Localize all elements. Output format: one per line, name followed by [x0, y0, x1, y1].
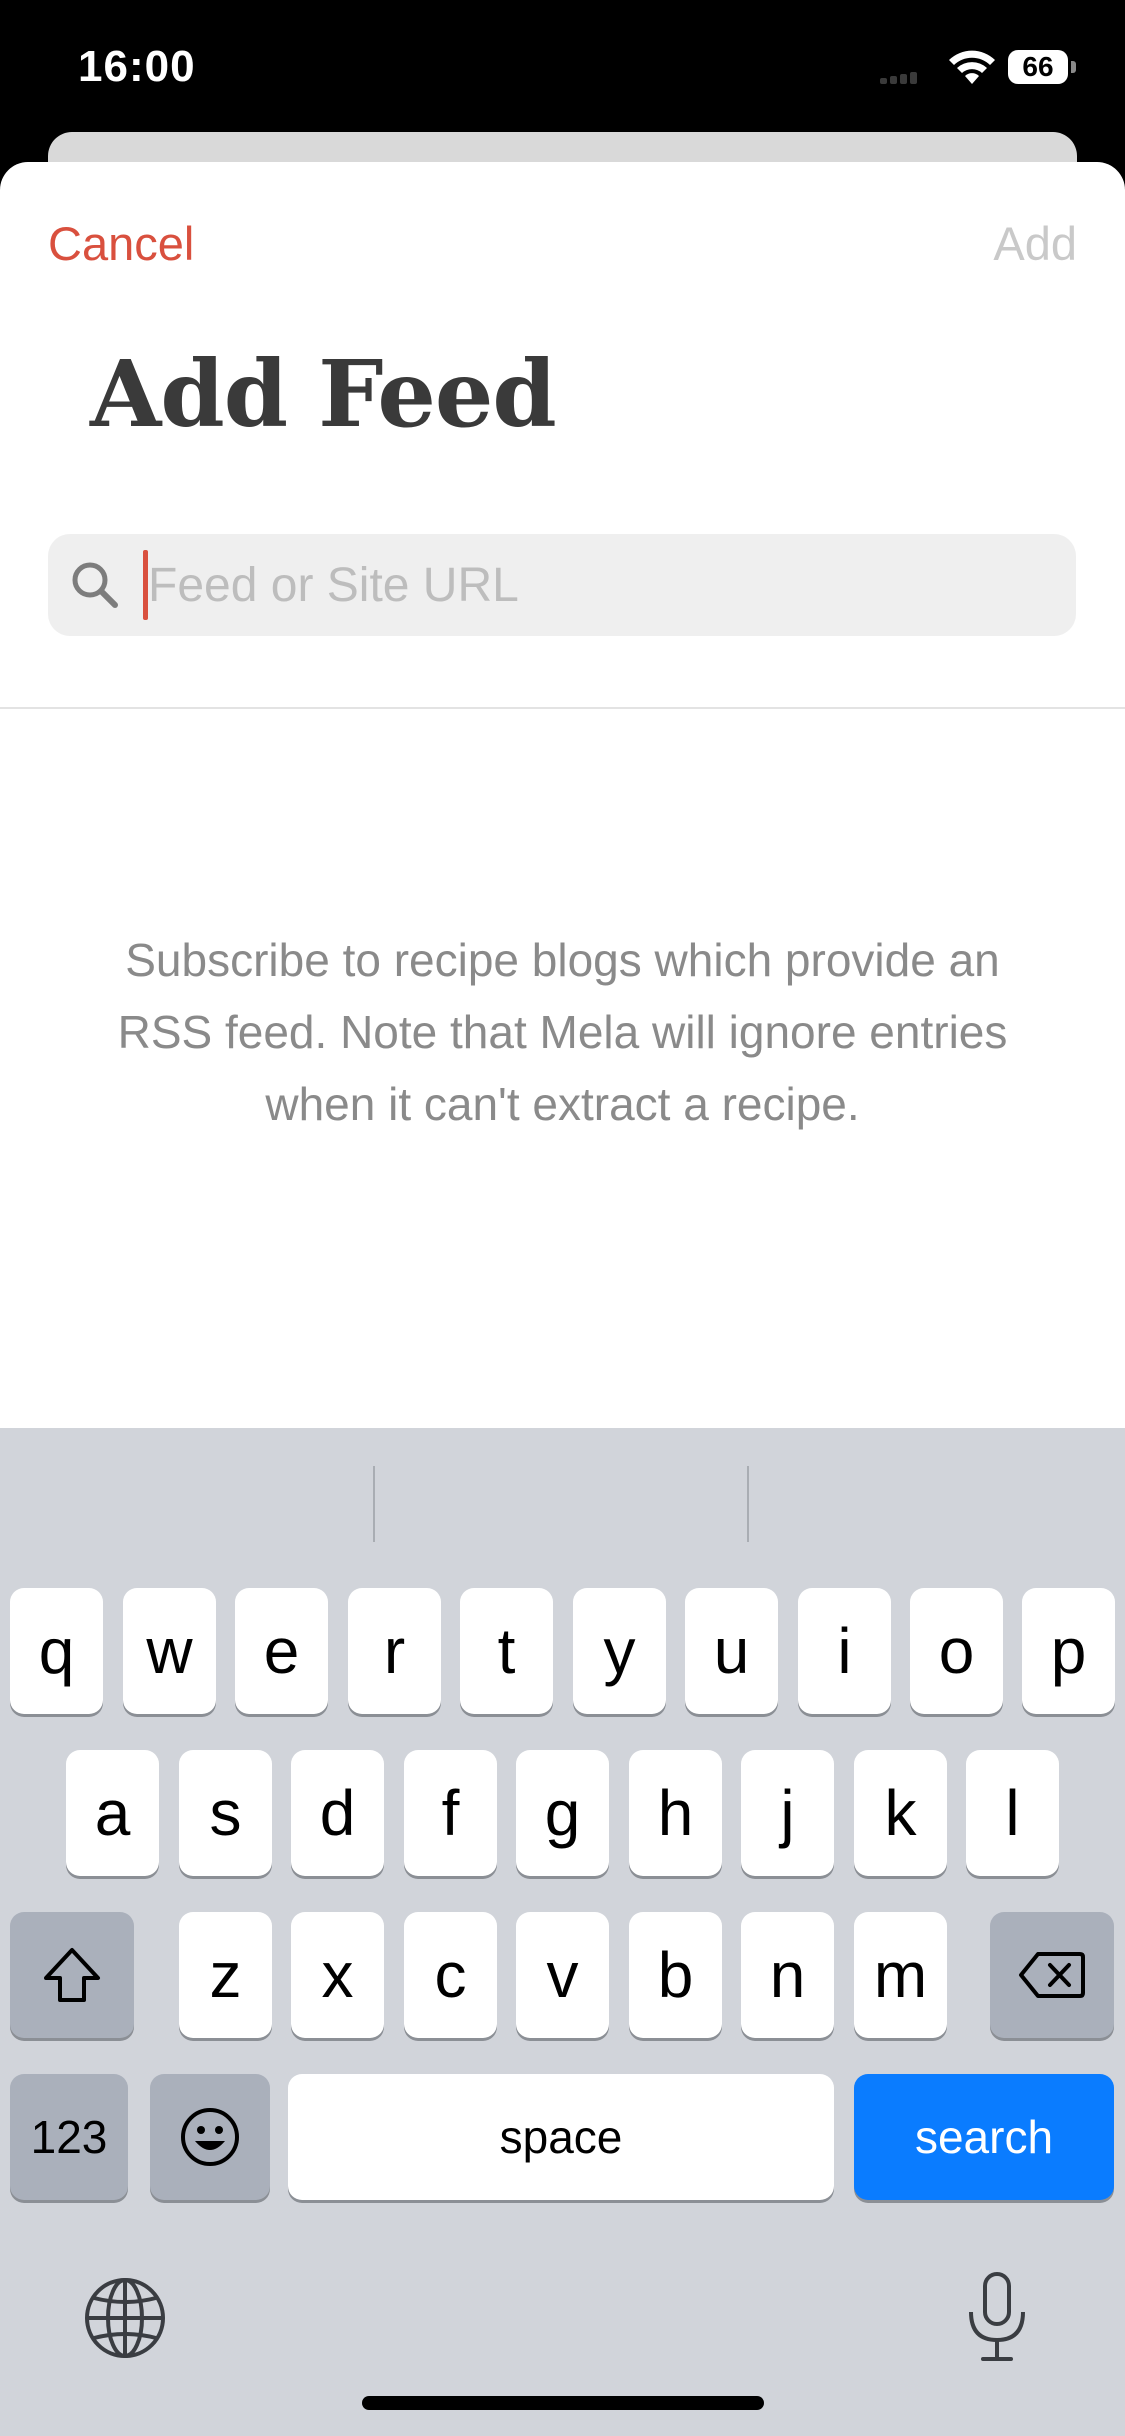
cellular-signal-icon [880, 72, 920, 84]
search-icon [72, 562, 118, 608]
key-c[interactable]: c [404, 1912, 497, 2038]
key-i[interactable]: i [798, 1588, 891, 1714]
key-r[interactable]: r [348, 1588, 441, 1714]
key-n[interactable]: n [741, 1912, 834, 2038]
battery-cap [1071, 61, 1076, 73]
space-key[interactable]: space [288, 2074, 834, 2200]
key-s[interactable]: s [179, 1750, 272, 1876]
page-title: Add Feed [90, 340, 557, 448]
delete-key[interactable] [990, 1912, 1114, 2038]
divider [0, 707, 1125, 709]
search-key[interactable]: search [854, 2074, 1114, 2200]
emoji-key[interactable] [150, 2074, 270, 2200]
status-time: 16:00 [78, 42, 196, 91]
battery-level: 66 [1022, 51, 1054, 82]
key-g[interactable]: g [516, 1750, 609, 1876]
key-b[interactable]: b [629, 1912, 722, 2038]
globe-icon[interactable] [83, 2276, 167, 2360]
key-x[interactable]: x [291, 1912, 384, 2038]
key-d[interactable]: d [291, 1750, 384, 1876]
emoji-icon [181, 2108, 239, 2166]
key-a[interactable]: a [66, 1750, 159, 1876]
numbers-key[interactable]: 123 [10, 2074, 128, 2200]
search-field[interactable] [48, 534, 1076, 636]
info-text: Subscribe to recipe blogs which provide … [117, 934, 1008, 1130]
status-bar: 16:00 66 [0, 0, 1125, 140]
key-p[interactable]: p [1022, 1588, 1115, 1714]
key-h[interactable]: h [629, 1750, 722, 1876]
wifi-icon [949, 50, 995, 84]
key-e[interactable]: e [235, 1588, 328, 1714]
key-m[interactable]: m [854, 1912, 947, 2038]
key-y[interactable]: y [573, 1588, 666, 1714]
keyboard: q w e r t y u i o p a s d f g h j k l z … [0, 1428, 1125, 2436]
key-o[interactable]: o [910, 1588, 1003, 1714]
key-j[interactable]: j [741, 1750, 834, 1876]
key-q[interactable]: q [10, 1588, 103, 1714]
backspace-icon [1019, 1952, 1085, 1998]
prediction-separator [747, 1466, 749, 1542]
shift-key[interactable] [10, 1912, 134, 2038]
prediction-separator [373, 1466, 375, 1542]
key-f[interactable]: f [404, 1750, 497, 1876]
home-indicator [362, 2396, 764, 2410]
microphone-icon[interactable] [965, 2270, 1029, 2364]
key-t[interactable]: t [460, 1588, 553, 1714]
battery-icon: 66 [1008, 50, 1068, 84]
feed-url-input[interactable] [148, 534, 1048, 636]
cancel-button[interactable]: Cancel [48, 216, 194, 271]
key-k[interactable]: k [854, 1750, 947, 1876]
key-w[interactable]: w [123, 1588, 216, 1714]
shift-icon [44, 1948, 100, 2002]
key-v[interactable]: v [516, 1912, 609, 2038]
key-u[interactable]: u [685, 1588, 778, 1714]
key-l[interactable]: l [966, 1750, 1059, 1876]
add-button[interactable]: Add [993, 216, 1077, 271]
key-z[interactable]: z [179, 1912, 272, 2038]
